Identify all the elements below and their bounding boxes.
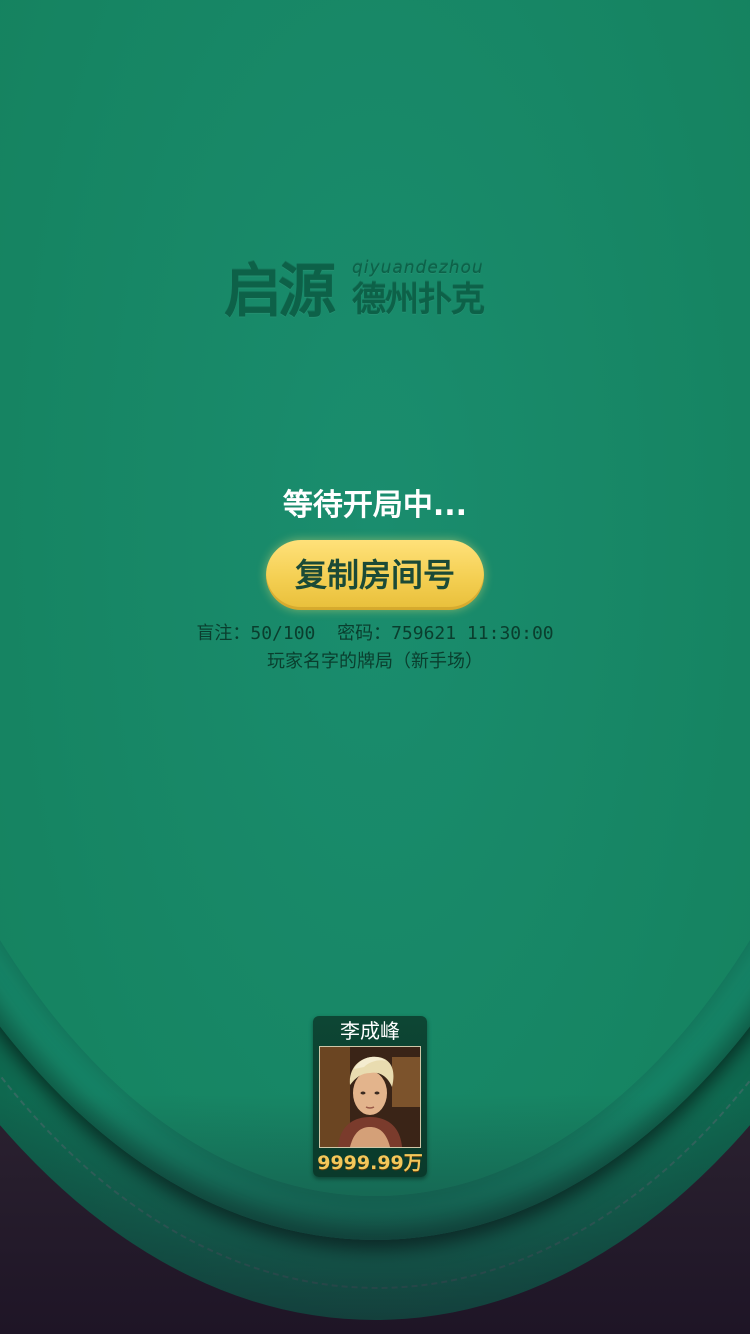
waiting-status: 等待开局中... bbox=[282, 488, 468, 523]
logo-sub-text: 德州扑克 bbox=[352, 280, 485, 320]
avatar-portrait-icon bbox=[320, 1047, 420, 1147]
game-logo: 启源 qiyuandezhou 德州扑克 bbox=[224, 258, 506, 324]
copy-room-number-button[interactable]: 复制房间号 bbox=[266, 540, 484, 610]
room-blinds-password-time: 盲注：50/100 密码：759621 11:30:00 bbox=[196, 623, 554, 644]
player-seat[interactable]: 李成峰 9999.99万 bbox=[313, 1016, 427, 1177]
poker-table-screen: 启源 qiyuandezhou 德州扑克 等待开局中... 复制房间号 盲注：5… bbox=[0, 0, 750, 1334]
logo-pinyin-text: qiyuandezhou bbox=[352, 258, 484, 278]
room-name: 玩家名字的牌局（新手场） bbox=[267, 651, 483, 672]
logo-main-text: 启源 bbox=[224, 257, 336, 325]
player-name: 李成峰 bbox=[340, 1019, 400, 1043]
player-chips: 9999.99万 bbox=[317, 1152, 423, 1174]
player-avatar bbox=[319, 1046, 421, 1148]
